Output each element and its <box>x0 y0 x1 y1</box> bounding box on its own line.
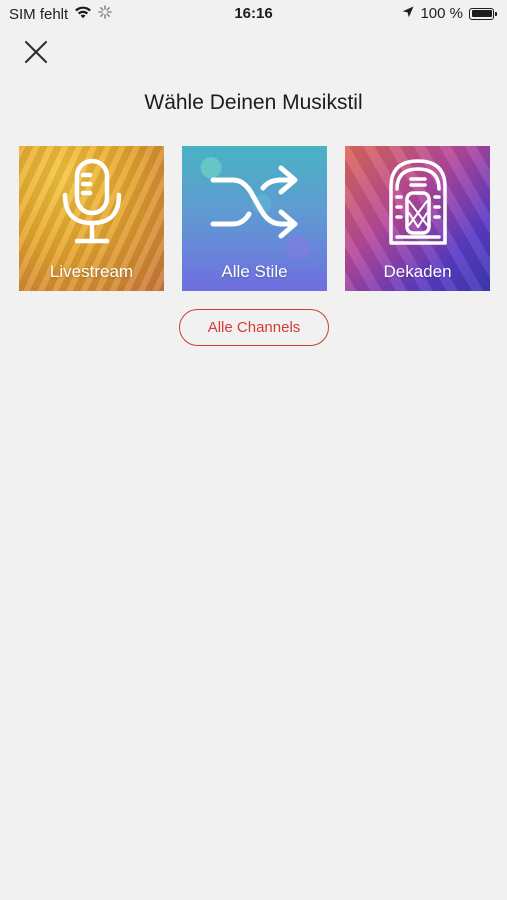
tile-livestream[interactable]: Livestream <box>19 146 164 291</box>
tile-dekaden[interactable]: Dekaden <box>345 146 490 291</box>
status-bar: SIM fehlt 16:16 100 % <box>0 0 507 28</box>
jukebox-icon <box>345 152 490 252</box>
battery-icon <box>469 7 497 20</box>
status-right: 100 % <box>402 5 497 22</box>
tile-label: Livestream <box>49 262 134 281</box>
microphone-icon <box>19 152 164 252</box>
page-title: Wähle Deinen Musikstil <box>144 91 363 114</box>
shuffle-icon <box>182 152 327 252</box>
tile-alle-stile[interactable]: Alle Stile <box>182 146 327 291</box>
location-arrow-icon <box>402 5 414 22</box>
alle-channels-button[interactable]: Alle Channels <box>179 309 329 346</box>
tile-label: Dekaden <box>383 262 452 281</box>
battery-percent: 100 % <box>420 5 463 22</box>
close-button[interactable] <box>20 36 52 68</box>
tile-label: Alle Stile <box>221 262 288 281</box>
close-icon <box>25 41 47 63</box>
battery-fill <box>471 10 492 17</box>
music-style-tiles: Livestream Alle Stile Dekaden <box>19 146 490 291</box>
